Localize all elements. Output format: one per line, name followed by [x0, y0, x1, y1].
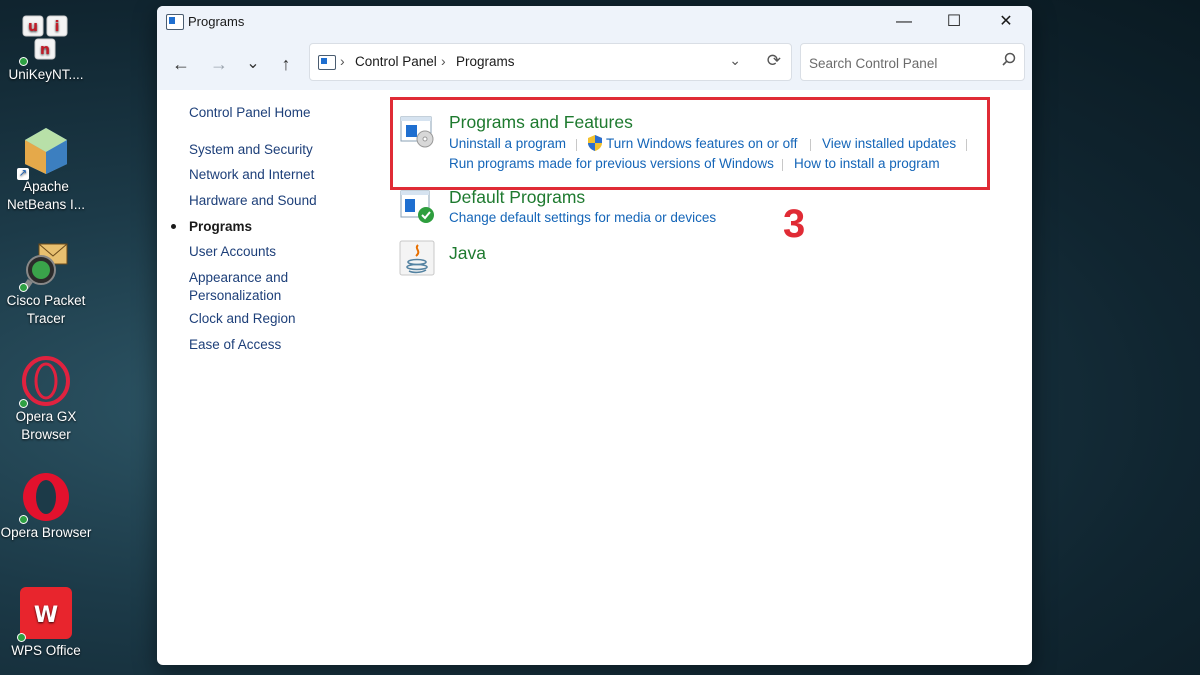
packet-tracer-icon [19, 240, 71, 292]
desktop-icon-netbeans[interactable]: ↗ Apache NetBeans I... [0, 126, 92, 214]
chevron-right-icon: › [340, 53, 345, 69]
title-bar: Programs — ☐ ✕ [157, 6, 1032, 38]
desktop-icon-wps[interactable]: W WPS Office [0, 586, 92, 660]
desktop-icon-packet-tracer[interactable]: Cisco Packet Tracer [0, 240, 92, 328]
netbeans-icon: ↗ [17, 126, 71, 180]
default-programs-title[interactable]: Default Programs [449, 187, 585, 208]
sidebar-item-clock-region[interactable]: Clock and Region [189, 310, 359, 328]
unikey-icon: u i n [19, 14, 71, 66]
opera-icon [19, 472, 71, 524]
control-panel-icon [318, 55, 336, 70]
search-box[interactable] [800, 43, 1025, 81]
desktop-icon-label: Cisco Packet Tracer [6, 293, 86, 326]
maximize-button[interactable]: ☐ [929, 6, 979, 38]
default-programs-icon[interactable] [399, 189, 435, 225]
desktop-icon-opera-gx[interactable]: Opera GX Browser [0, 356, 92, 444]
up-arrow-icon[interactable]: ↑ [273, 52, 299, 76]
chevron-down-icon[interactable]: ⌄ [729, 52, 741, 69]
desktop-icon-label: Apache NetBeans I... [6, 179, 86, 212]
svg-text:W: W [34, 603, 58, 628]
back-arrow-icon[interactable]: ← [168, 52, 194, 76]
wps-office-icon: W [17, 586, 73, 642]
desktop-icon-label: Opera Browser [0, 525, 92, 540]
address-bar[interactable]: › Control Panel › Programs ⌄ ⟳ [309, 43, 792, 81]
java-icon[interactable] [399, 240, 435, 276]
search-icon[interactable] [1002, 52, 1016, 70]
control-panel-window: Programs — ☐ ✕ ← → ⌄ ↑ › Control Panel ›… [157, 6, 1032, 665]
window-title: Programs [188, 14, 245, 29]
chevron-right-icon: › [441, 53, 446, 69]
desktop-icon-unikey[interactable]: u i n UniKeyNT.... [0, 14, 92, 84]
desktop-icon-opera[interactable]: Opera Browser [0, 472, 92, 542]
forward-arrow-icon[interactable]: → [206, 52, 232, 76]
change-default-settings-link[interactable]: Change default settings for media or dev… [449, 210, 716, 225]
sidebar-item-network-internet[interactable]: Network and Internet [189, 166, 359, 184]
desktop-icon-label: Opera GX Browser [15, 409, 77, 442]
sidebar-item-home[interactable]: Control Panel Home [189, 104, 359, 122]
desktop-icon-label: WPS Office [11, 643, 81, 658]
refresh-icon[interactable]: ⟳ [767, 51, 781, 71]
svg-text:u: u [28, 19, 38, 35]
search-input[interactable] [807, 52, 1001, 74]
sidebar-item-system-security[interactable]: System and Security [189, 141, 359, 159]
sidebar-item-hardware-sound[interactable]: Hardware and Sound [189, 192, 359, 210]
sidebar-item-programs: Programs [189, 219, 253, 234]
sidebar-item-user-accounts[interactable]: User Accounts [189, 243, 359, 261]
control-panel-icon [166, 14, 184, 30]
annotation-step-number: 3 [783, 202, 806, 246]
opera-gx-icon [19, 356, 71, 408]
navigation-bar: ← → ⌄ ↑ › Control Panel › Programs ⌄ ⟳ [157, 38, 1032, 90]
close-button[interactable]: ✕ [981, 6, 1031, 38]
recent-locations-chevron-icon[interactable]: ⌄ [240, 52, 266, 76]
minimize-button[interactable]: — [879, 6, 929, 38]
sidebar-item-appearance[interactable]: Appearance and Personalization [189, 269, 299, 305]
annotation-highlight-box [390, 97, 990, 190]
java-title[interactable]: Java [449, 243, 486, 264]
breadcrumb-control-panel[interactable]: Control Panel [355, 54, 437, 69]
svg-text:i: i [55, 19, 60, 35]
svg-text:n: n [40, 42, 50, 58]
breadcrumb-programs[interactable]: Programs [456, 54, 515, 69]
current-item-bullet [171, 224, 176, 229]
sidebar-item-ease-of-access[interactable]: Ease of Access [189, 336, 359, 354]
desktop-icon-label: UniKeyNT.... [8, 67, 84, 82]
